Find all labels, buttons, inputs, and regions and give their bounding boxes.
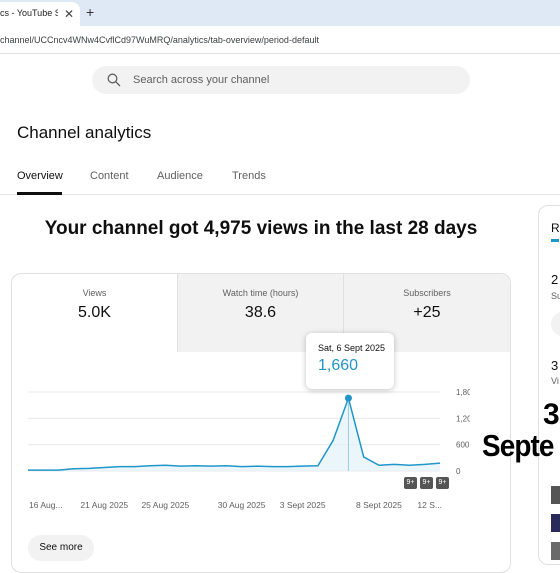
search-box[interactable]: Search across your channel <box>92 66 470 94</box>
video-thumbnail[interactable] <box>551 542 560 560</box>
tab-trends[interactable]: Trends <box>232 170 266 182</box>
new-tab-icon[interactable]: + <box>86 4 94 20</box>
y-tick-label: 0 <box>456 467 461 476</box>
metric-views[interactable]: Views 5.0K <box>12 274 178 352</box>
browser-tab-title: cs - YouTube Stu <box>0 8 58 18</box>
overlay-number: 3 <box>543 398 559 432</box>
url-text[interactable]: channel/UCCncv4WNw4CvflCd97WuMRQ/analyti… <box>0 35 319 45</box>
x-tick-label: 16 Aug... <box>29 500 63 510</box>
chart-tooltip: Sat, 6 Sept 2025 1,660 <box>306 333 394 389</box>
x-tick-label: 25 Aug 2025 <box>141 500 189 510</box>
realtime-heading: R <box>551 221 560 235</box>
address-bar[interactable]: channel/UCCncv4WNw4CvflCd97WuMRQ/analyti… <box>0 26 560 54</box>
video-thumbnail[interactable] <box>551 514 560 532</box>
browser-tab[interactable]: cs - YouTube Stu ✕ <box>0 2 80 26</box>
x-tick-label: 30 Aug 2025 <box>218 500 266 510</box>
realtime-value: 2 <box>551 272 558 287</box>
realtime-panel: R 2 Su 3 Vi <box>538 205 560 565</box>
search-icon[interactable] <box>107 73 121 87</box>
browser-tab-strip: cs - YouTube Stu ✕ + <box>0 0 560 26</box>
highlighted-point[interactable] <box>345 395 352 402</box>
tooltip-date: Sat, 6 Sept 2025 <box>318 343 385 353</box>
page-title: Channel analytics <box>17 123 151 143</box>
series-line[interactable] <box>28 398 440 470</box>
metric-label: Watch time (hours) <box>178 288 343 298</box>
analytics-tabs: Overview Content Audience Trends <box>0 160 560 195</box>
metric-label: Views <box>12 288 177 298</box>
search-input[interactable]: Search across your channel <box>133 74 269 86</box>
active-tab-indicator <box>17 192 62 195</box>
y-tick-label: 600 <box>456 441 470 450</box>
metric-value: 38.6 <box>178 304 343 322</box>
metric-value: +25 <box>344 304 510 322</box>
tab-audience[interactable]: Audience <box>157 170 203 182</box>
realtime-label: Su <box>551 291 560 301</box>
x-tick-label: 8 Sept 2025 <box>356 500 402 510</box>
x-tick-label: 21 Aug 2025 <box>80 500 128 510</box>
realtime-button[interactable] <box>551 312 560 336</box>
video-thumbnail[interactable] <box>551 486 560 504</box>
tab-overview[interactable]: Overview <box>17 170 63 182</box>
tooltip-value: 1,660 <box>318 357 358 375</box>
y-tick-label: 1,800 <box>456 388 470 397</box>
see-more-button[interactable]: See more <box>28 535 94 561</box>
video-count-badge[interactable]: 9+ <box>420 477 433 489</box>
metric-value: 5.0K <box>12 304 177 322</box>
video-count-badge[interactable]: 9+ <box>436 477 449 489</box>
series-area <box>28 398 440 471</box>
x-tick-label: 3 Sept 2025 <box>280 500 326 510</box>
overlay-word: Septe <box>482 428 553 464</box>
metric-label: Subscribers <box>344 288 510 298</box>
views-line-chart[interactable]: 0 600 1,200 1,800 16 Aug... 21 Aug 2025 25 Aug… <box>0 380 470 515</box>
views-headline: Your channel got 4,975 views in the last… <box>0 218 522 240</box>
close-tab-icon[interactable]: ✕ <box>64 7 74 21</box>
tab-content[interactable]: Content <box>90 170 129 182</box>
y-tick-label: 1,200 <box>456 414 470 423</box>
x-tick-label: 12 S... <box>417 500 442 510</box>
video-count-badge[interactable]: 9+ <box>404 477 417 489</box>
realtime-value: 3 <box>551 358 558 373</box>
realtime-indicator <box>551 239 559 242</box>
realtime-label: Vi <box>551 376 559 386</box>
studio-header: Search across your channel <box>0 54 560 104</box>
